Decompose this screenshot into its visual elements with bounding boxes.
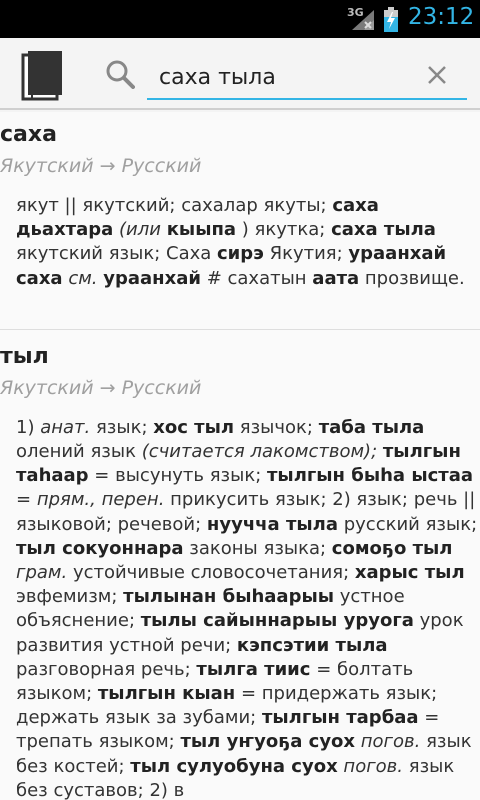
status-bar: 3G 23:12 [0,0,480,38]
book-icon[interactable] [20,49,68,101]
battery-charging-icon [384,7,398,32]
entry-headword: саха [0,122,57,147]
results-list[interactable]: саха Якутский → Русский якут || якутский… [0,112,480,800]
search-input[interactable] [147,56,467,100]
signal-icon [352,10,374,30]
list-item[interactable]: тыл Якутский → Русский 1) анат. язык; хо… [0,330,480,800]
clock: 23:12 [408,4,475,30]
entry-definition: якут || якутский; сахалар якуты; саха дь… [16,195,465,289]
entry-language-direction: Якутский → Русский [0,155,202,177]
action-bar [0,38,480,110]
entry-language-direction: Якутский → Русский [0,376,202,399]
entry-headword: тыл [0,343,49,369]
list-item[interactable]: саха Якутский → Русский якут || якутский… [0,112,480,330]
entry-definition: 1) анат. язык; хос тыл язычок; таба тыла… [16,416,478,800]
close-icon[interactable] [425,63,449,87]
search-icon [106,60,135,89]
